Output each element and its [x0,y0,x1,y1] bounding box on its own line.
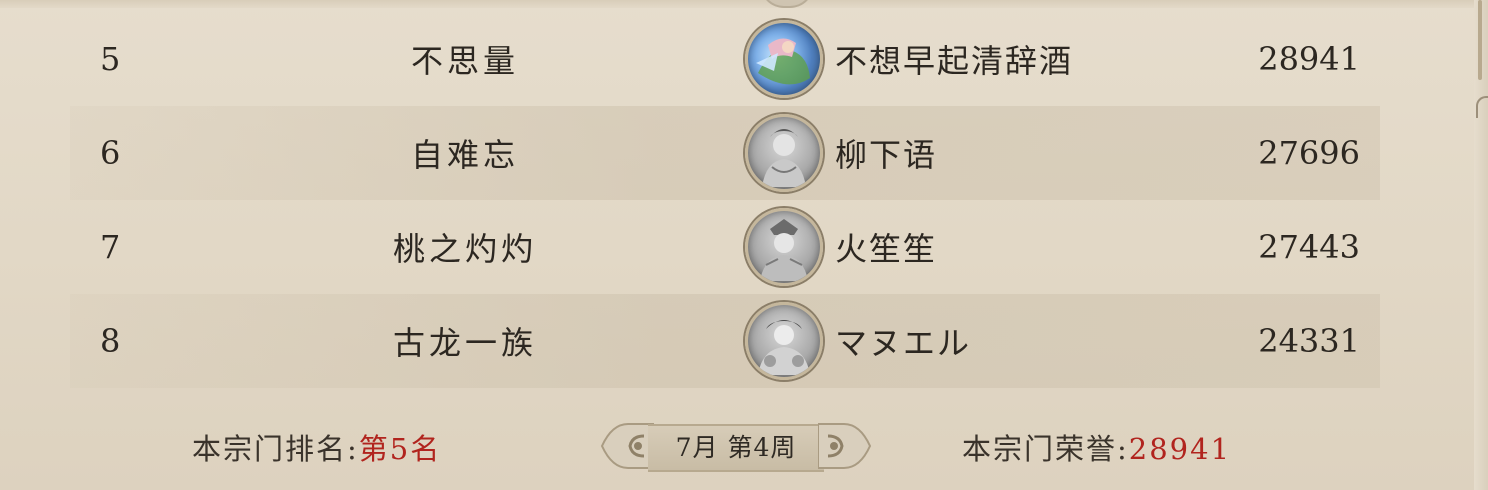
previous-week-button[interactable] [598,414,654,478]
next-week-button[interactable] [818,414,874,478]
rank-number: 6 [100,134,121,172]
sect-rank-info: 本宗门排名:第5名 [192,426,441,468]
sect-name: 不思量 [410,42,519,80]
week-selector: 7月 第4周 [598,414,874,478]
character-portrait-color-icon[interactable] [745,20,823,98]
player-name: 柳下语 [835,136,938,174]
scrollbar-thumb[interactable] [1478,0,1482,80]
panel-edge-ornament [1476,96,1488,118]
player-name: マヌエル [835,324,972,362]
honor-score: 27443 [1258,228,1360,266]
leaderboard-row[interactable]: 8 古龙一族 マヌエル 24331 [70,294,1380,388]
player-name: 不想早起清辞酒 [835,42,1074,80]
player-name: 火笙笙 [835,230,938,268]
rank-number: 8 [100,322,121,360]
week-label: 7月 第4周 [675,433,797,462]
rank-number: 5 [100,40,121,78]
character-portrait-icon[interactable] [745,302,823,380]
sect-honor-info: 本宗门荣誉:28941 [962,426,1231,468]
leaderboard-row[interactable]: 7 桃之灼灼 火笙笙 27443 [70,200,1380,294]
leaderboard-list: 5 不思量 不想早起清辞酒 28941 6 自难忘 柳下语 27696 7 桃之… [70,12,1380,388]
sect-honor-value: 28941 [1128,432,1232,466]
sect-name: 自难忘 [410,136,519,174]
top-edge [0,0,1488,8]
sect-name: 古龙一族 [392,324,537,362]
sect-honor-label: 本宗门荣誉: [962,432,1129,466]
sect-rank-value: 第5名 [358,432,442,466]
character-portrait-icon[interactable] [745,114,823,192]
honor-score: 28941 [1258,40,1360,78]
leaderboard-footer: 本宗门排名:第5名 7月 第4周 本宗门荣誉:28941 [0,408,1488,478]
sect-name: 桃之灼灼 [392,230,537,268]
sect-rank-label: 本宗门排名: [192,432,359,466]
honor-score: 27696 [1258,134,1360,172]
honor-score: 24331 [1258,322,1360,360]
rank-number: 7 [100,228,121,266]
leaderboard-row[interactable]: 6 自难忘 柳下语 27696 [70,106,1380,200]
leaderboard-row[interactable]: 5 不思量 不想早起清辞酒 28941 [70,12,1380,106]
character-portrait-icon[interactable] [745,208,823,286]
